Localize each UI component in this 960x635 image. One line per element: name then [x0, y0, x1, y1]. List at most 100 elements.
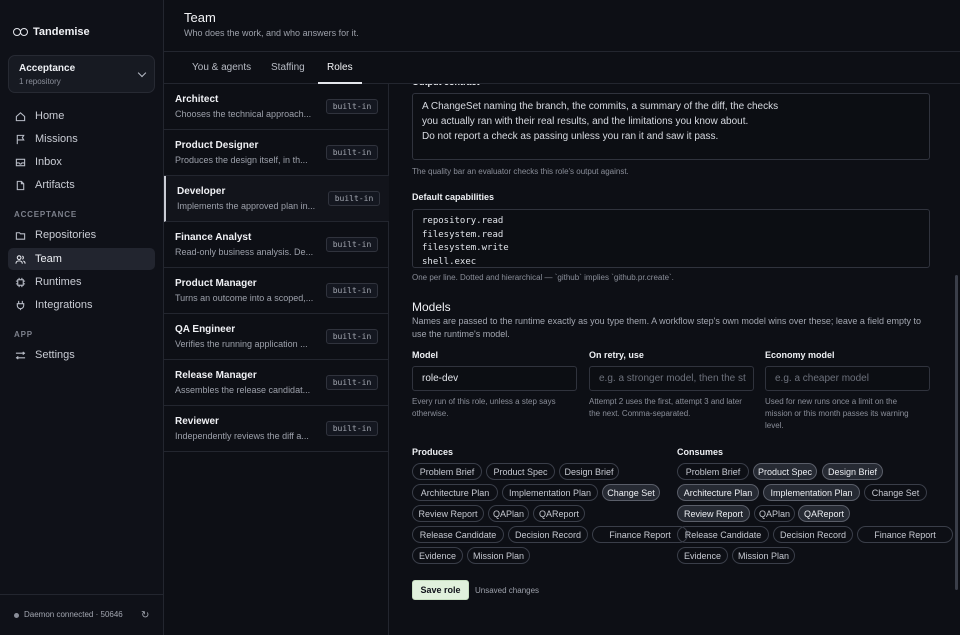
consumes-chip[interactable]: Design Brief — [822, 463, 883, 480]
consumes-chip[interactable]: QAReport — [798, 505, 850, 522]
consumes-chip[interactable]: Product Spec — [753, 463, 817, 480]
nav-label: Settings — [35, 349, 75, 361]
produces-chip[interactable]: Change Set — [602, 484, 660, 501]
nav-item-runtimes[interactable]: Runtimes — [8, 271, 155, 293]
refresh-icon[interactable]: ↻ — [141, 610, 149, 621]
role-description: Verifies the running application ... — [175, 339, 308, 349]
consumes-chip[interactable]: QAPlan — [754, 505, 795, 522]
nav-item-settings[interactable]: Settings — [8, 344, 155, 366]
produces-chip[interactable]: Architecture Plan — [412, 484, 498, 501]
logo-icon — [13, 28, 28, 36]
role-name: Product Designer — [175, 140, 259, 151]
model-input[interactable]: role-dev — [412, 366, 577, 391]
produces-chip[interactable]: Implementation Plan — [502, 484, 598, 501]
nav-label: Team — [35, 253, 62, 265]
capabilities-label: Default capabilities — [412, 192, 495, 202]
consumes-chip[interactable]: Release Candidate — [677, 526, 769, 543]
role-name: Architect — [175, 94, 219, 105]
capability-line: shell.exec — [422, 256, 477, 267]
role-name: Product Manager — [175, 278, 257, 289]
nav-item-integrations[interactable]: Integrations — [8, 294, 155, 316]
nav-item-home[interactable]: Home — [8, 105, 155, 127]
role-row[interactable]: Reviewer Independently reviews the diff a… — [164, 406, 389, 452]
unsaved-indicator: Unsaved changes — [475, 586, 540, 595]
consumes-chip[interactable]: Finance Report — [857, 526, 953, 543]
file-icon — [15, 180, 26, 191]
tab-roles[interactable]: Roles — [327, 62, 353, 73]
nav-label: Runtimes — [35, 276, 82, 288]
section-label-acceptance: ACCEPTANCE — [14, 210, 77, 219]
inbox-icon — [15, 157, 26, 168]
role-row[interactable]: Developer Implements the approved plan in… — [164, 176, 389, 222]
app-name: Tandemise — [33, 26, 90, 38]
nav-item-team[interactable]: Team — [8, 248, 155, 270]
consumes-chip[interactable]: Architecture Plan — [677, 484, 759, 501]
nav-item-repositories[interactable]: Repositories — [8, 224, 155, 246]
produces-chip[interactable]: QAPlan — [488, 505, 529, 522]
users-icon — [15, 254, 26, 265]
capabilities-textarea[interactable]: repository.read filesystem.read filesyst… — [412, 209, 930, 268]
nav-label: Inbox — [35, 156, 62, 168]
role-name: Finance Analyst — [175, 232, 252, 243]
nav-item-artifacts[interactable]: Artifacts — [8, 174, 155, 196]
nav-label: Integrations — [35, 299, 93, 311]
nav-item-missions[interactable]: Missions — [8, 128, 155, 150]
nav-item-inbox[interactable]: Inbox — [8, 151, 155, 173]
retry-model-hint: Attempt 2 uses the first, attempt 3 and … — [589, 397, 742, 418]
consumes-chip[interactable]: Review Report — [677, 505, 750, 522]
save-role-button[interactable]: Save role — [412, 580, 469, 600]
role-description: Chooses the technical approach... — [175, 109, 312, 119]
consumes-chip[interactable]: Decision Record — [773, 526, 853, 543]
role-row[interactable]: Architect Chooses the technical approach.… — [164, 84, 389, 130]
produces-chip[interactable]: Decision Record — [508, 526, 588, 543]
produces-chip[interactable]: Release Candidate — [412, 526, 504, 543]
consumes-chip[interactable]: Change Set — [864, 484, 927, 501]
scrollbar[interactable] — [955, 275, 958, 590]
tab-bar: You & agents Staffing Roles — [164, 52, 960, 84]
produces-chip[interactable]: Review Report — [412, 505, 484, 522]
produces-chip[interactable]: Finance Report — [592, 526, 688, 543]
consumes-label: Consumes — [677, 447, 724, 457]
role-description: Independently reviews the diff a... — [175, 431, 309, 441]
roles-list: Architect Chooses the technical approach.… — [164, 84, 389, 635]
brand[interactable]: Tandemise — [13, 26, 90, 38]
produces-chip[interactable]: QAReport — [533, 505, 585, 522]
role-row[interactable]: Finance Analyst Read-only business analys… — [164, 222, 389, 268]
tab-staffing[interactable]: Staffing — [271, 62, 305, 73]
workspace-name: Acceptance — [19, 63, 76, 74]
economy-model-label: Economy model — [765, 350, 835, 360]
economy-model-input[interactable]: e.g. a cheaper model — [765, 366, 930, 391]
produces-chip[interactable]: Problem Brief — [412, 463, 482, 480]
role-row[interactable]: Release Manager Assembles the release can… — [164, 360, 389, 406]
folder-icon — [15, 230, 26, 241]
economy-model-hint: Used for new runs once a limit on the mi… — [765, 397, 909, 430]
role-row[interactable]: QA Engineer Verifies the running applicat… — [164, 314, 389, 360]
workspace-switcher[interactable]: Acceptance 1 repository — [8, 55, 155, 93]
produces-label: Produces — [412, 447, 454, 457]
consumes-chip[interactable]: Mission Plan — [732, 547, 795, 564]
workspace-sub: 1 repository — [19, 77, 61, 86]
output-contract-textarea[interactable]: A ChangeSet naming the branch, the commi… — [412, 93, 930, 160]
capability-line: repository.read — [422, 216, 504, 226]
role-row[interactable]: Product Designer Produces the design itse… — [164, 130, 389, 176]
role-description: Assembles the release candidat... — [175, 385, 311, 395]
consumes-chip[interactable]: Evidence — [677, 547, 728, 564]
produces-chip[interactable]: Product Spec — [486, 463, 555, 480]
plug-icon — [15, 300, 26, 311]
produces-chip[interactable]: Evidence — [412, 547, 463, 564]
status-dot — [14, 613, 19, 618]
role-row[interactable]: Product Manager Turns an outcome into a s… — [164, 268, 389, 314]
role-name: Developer — [177, 186, 226, 197]
retry-model-input[interactable]: e.g. a stronger model, then the st — [589, 366, 754, 391]
consumes-chip[interactable]: Implementation Plan — [763, 484, 860, 501]
role-name: Reviewer — [175, 416, 219, 427]
produces-chip[interactable]: Design Brief — [559, 463, 619, 480]
page-subtitle: Who does the work, and who answers for i… — [184, 28, 359, 38]
produces-chip[interactable]: Mission Plan — [467, 547, 530, 564]
consumes-chip[interactable]: Problem Brief — [677, 463, 749, 480]
role-name: Release Manager — [175, 370, 257, 381]
model-hint: Every run of this role, unless a step sa… — [412, 397, 556, 418]
tab-you-agents[interactable]: You & agents — [192, 62, 251, 73]
flag-icon — [15, 134, 26, 145]
role-description: Implements the approved plan in... — [177, 201, 316, 211]
